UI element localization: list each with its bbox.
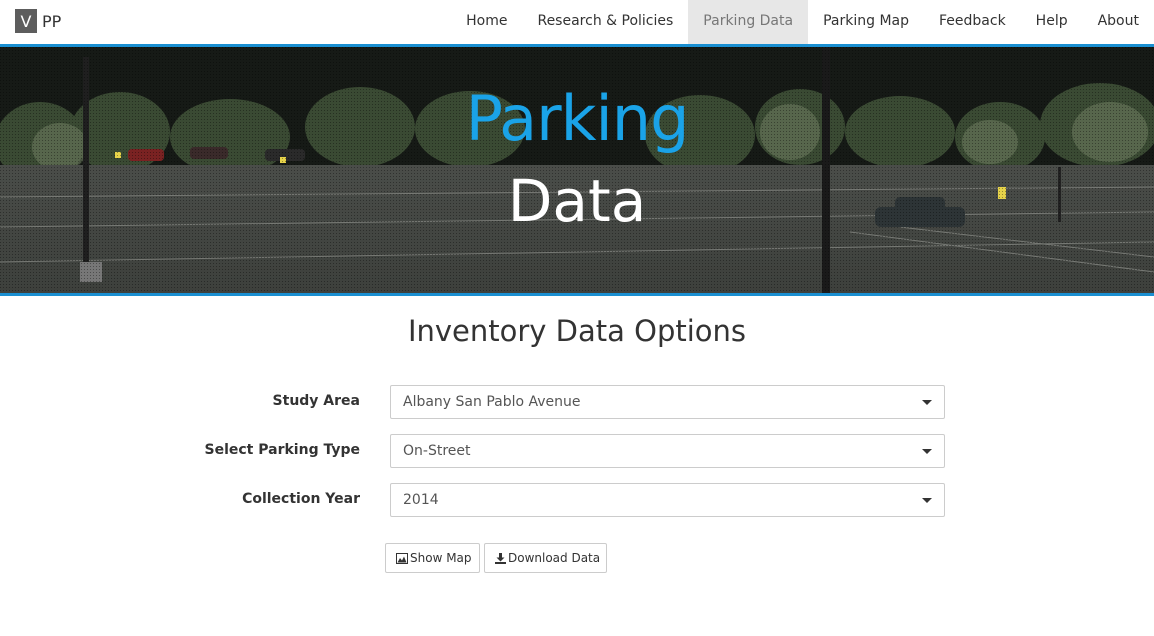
hero-divider bbox=[0, 293, 1154, 296]
chart-area-icon bbox=[396, 552, 408, 564]
nav-item-research-policies[interactable]: Research & Policies bbox=[522, 0, 688, 44]
study-area-label: Study Area bbox=[272, 393, 360, 409]
page-title: Inventory Data Options bbox=[407, 314, 747, 348]
collection-year-select[interactable]: 2014 bbox=[390, 483, 945, 517]
study-area-value: Albany San Pablo Avenue bbox=[403, 394, 581, 410]
collection-year-value: 2014 bbox=[403, 492, 439, 508]
brand-name: PP bbox=[42, 11, 62, 31]
parking-type-select[interactable]: On-Street bbox=[390, 434, 945, 468]
nav-item-about[interactable]: About bbox=[1083, 0, 1154, 44]
nav-item-feedback[interactable]: Feedback bbox=[924, 0, 1021, 44]
caret-down-icon bbox=[922, 449, 932, 454]
caret-down-icon bbox=[922, 400, 932, 405]
study-area-select[interactable]: Albany San Pablo Avenue bbox=[390, 385, 945, 419]
show-map-button[interactable]: Show Map bbox=[385, 543, 480, 573]
hero-title-parking: Parking bbox=[465, 82, 690, 155]
caret-down-icon bbox=[922, 498, 932, 503]
download-data-label: Download Data bbox=[508, 551, 601, 565]
nav-item-help[interactable]: Help bbox=[1021, 0, 1083, 44]
parking-type-value: On-Street bbox=[403, 443, 471, 459]
download-icon bbox=[495, 552, 506, 564]
nav-item-parking-map[interactable]: Parking Map bbox=[808, 0, 924, 44]
main-nav: Home Research & Policies Parking Data Pa… bbox=[451, 0, 1154, 44]
download-data-button[interactable]: Download Data bbox=[484, 543, 607, 573]
hero-title-data: Data bbox=[507, 167, 647, 235]
form-row-parking-type: Select Parking Type On-Street bbox=[0, 434, 1154, 468]
form-row-collection-year: Collection Year 2014 bbox=[0, 483, 1154, 517]
show-map-label: Show Map bbox=[410, 551, 472, 565]
form-row-study-area: Study Area Albany San Pablo Avenue bbox=[0, 385, 1154, 419]
nav-item-home[interactable]: Home bbox=[451, 0, 522, 44]
navbar: V PP Home Research & Policies Parking Da… bbox=[0, 0, 1154, 44]
collection-year-label: Collection Year bbox=[242, 491, 360, 507]
hero-banner: Parking Data bbox=[0, 47, 1154, 293]
nav-item-parking-data[interactable]: Parking Data bbox=[688, 0, 809, 44]
logo-mark: V bbox=[15, 9, 37, 33]
brand-logo[interactable]: V PP bbox=[15, 9, 61, 33]
parking-type-label: Select Parking Type bbox=[204, 442, 360, 458]
